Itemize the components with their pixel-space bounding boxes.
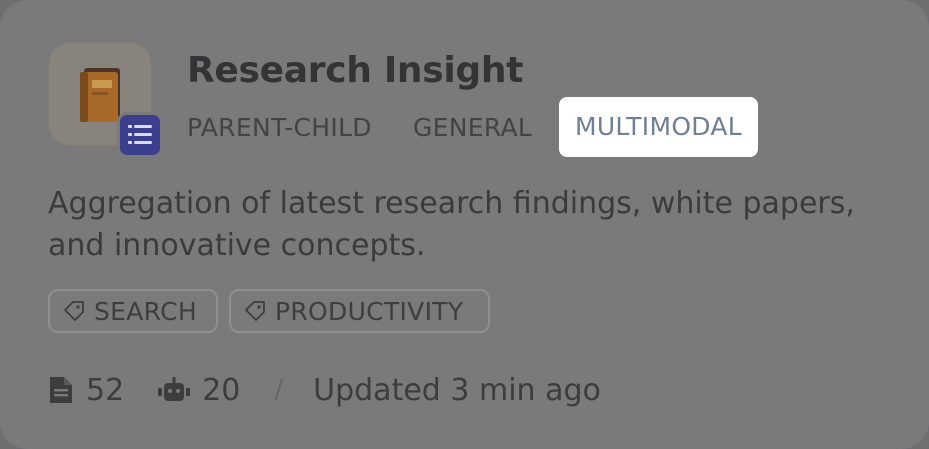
- knowledge-card[interactable]: Research Insight PARENT-CHILD GENERAL MU…: [0, 0, 929, 449]
- type-general: GENERAL: [413, 113, 533, 142]
- tag-icon: [64, 301, 84, 321]
- type-parent-child: PARENT-CHILD: [187, 113, 372, 142]
- tag-label: PRODUCTIVITY: [275, 296, 464, 326]
- app-count: 20: [158, 373, 240, 408]
- card-stats: 52 20 / Updated 3 min ago: [48, 368, 601, 412]
- list-icon: [117, 112, 163, 158]
- type-multimodal[interactable]: MULTIMODAL: [559, 97, 758, 157]
- stats-separator: /: [274, 375, 284, 405]
- tag-search[interactable]: SEARCH: [48, 289, 218, 333]
- robot-icon: [158, 377, 191, 401]
- document-count: 52: [48, 373, 124, 408]
- description-line: Aggregation of latest research findings,…: [48, 186, 855, 221]
- updated-time: Updated 3 min ago: [313, 372, 601, 408]
- document-count-value: 52: [86, 372, 125, 408]
- description-line: and innovative concepts.: [48, 228, 426, 263]
- tag-icon: [245, 301, 265, 321]
- app-count-value: 20: [202, 372, 241, 408]
- tag-productivity[interactable]: PRODUCTIVITY: [229, 289, 490, 333]
- document-icon: [50, 377, 72, 403]
- card-description: Aggregation of latest research findings,…: [48, 183, 908, 267]
- tag-label: SEARCH: [94, 296, 197, 326]
- card-title: Research Insight: [187, 50, 524, 91]
